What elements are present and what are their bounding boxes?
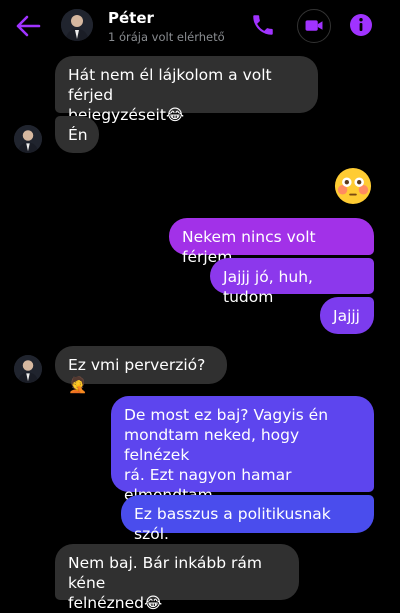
avatar[interactable] <box>61 9 93 41</box>
message-bubble[interactable]: Nem baj. Bár inkább rám kéne felnézned😂 <box>55 544 299 612</box>
message-bubble[interactable]: Jajjj jó, huh, tudom <box>210 258 374 306</box>
message-bubble[interactable]: Én <box>55 116 99 153</box>
video-call-icon <box>305 20 323 31</box>
message-bubble[interactable]: Hát nem él lájkolom a volt férjed bejegy… <box>55 56 318 124</box>
message-bubble[interactable]: Nekem nincs volt férjem <box>169 218 374 266</box>
info-icon[interactable] <box>348 12 374 38</box>
phone-icon[interactable] <box>250 12 276 38</box>
video-call-button[interactable] <box>297 9 331 43</box>
message-bubble[interactable]: Ez basszus a politikusnak szól. <box>121 495 374 543</box>
avatar[interactable] <box>14 125 42 153</box>
message-bubble[interactable]: Jajjj <box>320 297 374 334</box>
active-status: 1 órája volt elérhető <box>108 30 225 44</box>
message-bubble[interactable]: De most ez baj? Vagyis én mondtam neked,… <box>111 396 374 504</box>
message-bubble[interactable]: Ez vmi perverzió?🤦 <box>55 346 227 394</box>
flushed-face-emoji-icon[interactable] <box>334 167 372 205</box>
avatar[interactable] <box>14 355 42 383</box>
contact-name[interactable]: Péter <box>108 9 154 27</box>
back-arrow-icon[interactable] <box>14 14 42 38</box>
chat-header: Péter 1 órája volt elérhető <box>0 0 400 52</box>
